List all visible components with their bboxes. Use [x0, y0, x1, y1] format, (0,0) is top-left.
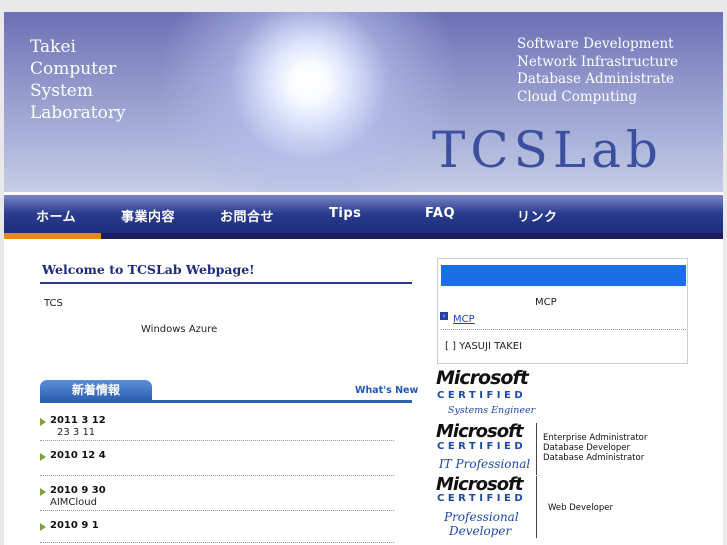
- certified-label: CERTIFIED: [437, 441, 527, 452]
- microsoft-logo: Microsoft: [436, 474, 524, 495]
- cert-divider: [536, 476, 537, 538]
- main-nav: [4, 195, 723, 236]
- cert-holder: [ ] YASUJI TAKEI: [445, 341, 523, 352]
- title-divider: [40, 282, 412, 284]
- nav-item-tips[interactable]: Tips: [329, 206, 361, 221]
- bullet-icon: [40, 488, 46, 496]
- company-name: Takei Computer System Laboratory: [30, 36, 126, 124]
- nav-item-services[interactable]: 事業内容: [121, 206, 175, 225]
- microsoft-logo: Microsoft: [436, 421, 524, 442]
- news-detail[interactable]: 23 3 11: [57, 427, 95, 438]
- news-date: 2010 12 4: [50, 450, 106, 461]
- nav-item-home[interactable]: ホーム: [36, 206, 76, 225]
- intro-text: Windows Azure: [141, 324, 218, 335]
- cert-title: Developer: [449, 524, 512, 538]
- mcp-divider: [441, 329, 686, 330]
- cert-title: Systems Engineer: [448, 405, 536, 416]
- arrow-right-icon: ›: [440, 312, 448, 320]
- service-item: Database Administrate: [517, 71, 675, 87]
- news-divider: [40, 475, 394, 476]
- cert-role: Database Administrator: [543, 453, 645, 463]
- news-tab-bar: [40, 400, 412, 403]
- microsoft-logo: Microsoft: [436, 367, 529, 389]
- cert-role: Web Developer: [548, 503, 613, 513]
- mcp-link[interactable]: MCP: [453, 314, 475, 325]
- page: Takei Computer System Laboratory Softwar…: [4, 12, 723, 545]
- company-name-line: Computer: [30, 59, 117, 79]
- service-item: Network Infrastructure: [517, 53, 678, 70]
- nav-underline: [4, 233, 723, 239]
- intro-text: TCS: [44, 298, 63, 309]
- certified-label: CERTIFIED: [437, 493, 527, 504]
- mcp-label: MCP: [535, 297, 557, 308]
- news-date: 2010 9 30: [50, 485, 106, 496]
- cert-title: IT Professional: [439, 457, 531, 471]
- cert-role: Database Developer: [543, 443, 630, 453]
- nav-item-links[interactable]: リンク: [517, 206, 558, 225]
- news-divider: [40, 542, 394, 543]
- bullet-icon: [40, 523, 46, 531]
- site-logo[interactable]: TCSLab: [432, 120, 663, 180]
- company-name-line: Laboratory: [30, 103, 126, 123]
- nav-item-faq[interactable]: FAQ: [425, 206, 455, 221]
- nav-active-indicator: [4, 233, 101, 239]
- cert-divider: [536, 423, 537, 475]
- cert-title: Professional: [444, 510, 519, 524]
- news-divider: [40, 440, 394, 441]
- news-date: 2011 3 12: [50, 415, 106, 426]
- news-divider: [40, 510, 394, 511]
- nav-item-contact[interactable]: お問合せ: [220, 206, 274, 225]
- news-date: 2010 9 1: [50, 520, 99, 531]
- service-item: Cloud Computing: [517, 88, 638, 105]
- whats-new-link[interactable]: What's New: [355, 385, 418, 396]
- mcp-box-header: [441, 265, 686, 286]
- page-title: Welcome to TCSLab Webpage!: [42, 262, 255, 277]
- news-detail[interactable]: AIMCloud: [50, 497, 97, 508]
- services-list: Software Development Network Infrastruct…: [517, 36, 678, 106]
- bullet-icon: [40, 418, 46, 426]
- cert-role: Enterprise Administrator: [543, 433, 648, 443]
- bullet-icon: [40, 453, 46, 461]
- company-name-line: Takei: [30, 37, 76, 57]
- company-name-line: System: [30, 81, 93, 101]
- certified-label: CERTIFIED: [437, 390, 527, 401]
- news-tab[interactable]: 新着情報: [40, 380, 152, 401]
- header-banner: Takei Computer System Laboratory Softwar…: [4, 12, 723, 192]
- service-item: Software Development: [517, 36, 674, 52]
